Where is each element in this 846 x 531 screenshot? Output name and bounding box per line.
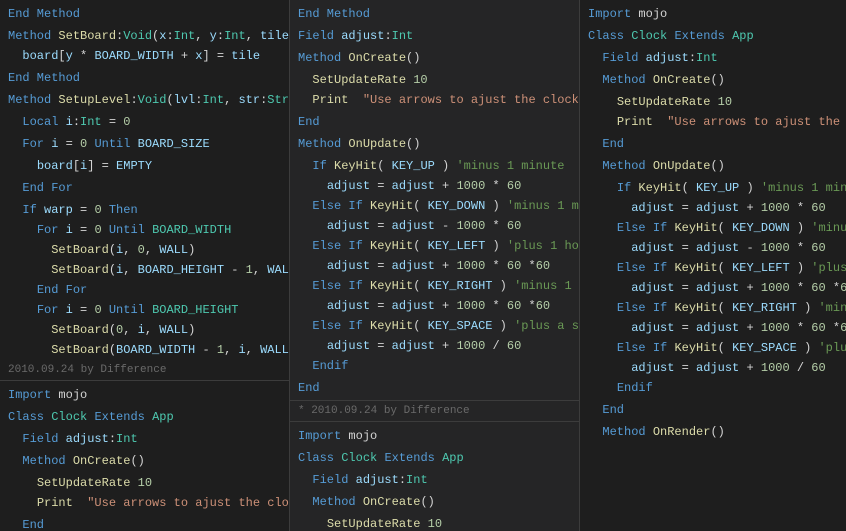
code-line: If KeyHit( KEY_UP ) 'minus 1 minute: [290, 156, 579, 176]
code-line: SetUpdateRate 10: [580, 92, 846, 112]
code-line: adjust = adjust + 1000 * 60 *60: [290, 296, 579, 316]
timestamp-middle: * 2010.09.24 by Difference: [290, 403, 579, 419]
code-line: Method OnCreate(): [580, 70, 846, 90]
left-panel[interactable]: End Method Method SetBoard:Void(x:Int, y…: [0, 0, 290, 531]
code-line: Print "Use arrows to ajust the clock": [0, 493, 289, 513]
code-line: End Method: [0, 4, 289, 24]
code-line: Class Clock Extends App: [580, 26, 846, 46]
code-line: If warp = 0 Then: [0, 200, 289, 220]
code-line: adjust = adjust + 1000 * 60 *60: [580, 278, 846, 298]
code-line: Method OnUpdate(): [290, 134, 579, 154]
code-line: Field adjust:Int: [0, 429, 289, 449]
code-line: Import mojo: [0, 385, 289, 405]
code-line: adjust = adjust + 1000 * 60: [290, 176, 579, 196]
code-line: Local i:Int = 0: [0, 112, 289, 132]
code-line: Method OnCreate(): [0, 451, 289, 471]
code-line: adjust = adjust + 1000 * 60 *60: [290, 256, 579, 276]
code-line: Endif: [580, 378, 846, 398]
code-line: Field adjust:Int: [580, 48, 846, 68]
code-line: Else If KeyHit( KEY_RIGHT ) 'minus 1 hou…: [580, 298, 846, 318]
code-line: adjust = adjust + 1000 / 60: [580, 358, 846, 378]
code-line: SetBoard(i, BOARD_HEIGHT - 1, WALL): [0, 260, 289, 280]
code-line: Method OnCreate(): [290, 492, 579, 512]
code-line: adjust = adjust + 1000 / 60: [290, 336, 579, 356]
code-line: adjust = adjust - 1000 * 60: [290, 216, 579, 236]
code-line: End Method: [290, 4, 579, 24]
code-line: board[y * BOARD_WIDTH + x] = tile: [0, 46, 289, 66]
diff-viewer: End Method Method SetBoard:Void(x:Int, y…: [0, 0, 846, 531]
code-line: Else If KeyHit( KEY_DOWN ) 'minus 1 minu…: [580, 218, 846, 238]
code-line: For i = 0 Until BOARD_SIZE: [0, 134, 289, 154]
code-line: End: [580, 400, 846, 420]
code-line: Else If KeyHit( KEY_SPACE ) 'plus a seco…: [580, 338, 846, 358]
code-line: Print "Use arrows to ajust the clock": [580, 112, 846, 132]
code-line: Else If KeyHit( KEY_RIGHT ) 'minus 1 hou…: [290, 276, 579, 296]
code-line: Print "Use arrows to ajust the clock": [290, 90, 579, 110]
code-line: SetUpdateRate 10: [0, 473, 289, 493]
code-line: Import mojo: [290, 426, 579, 446]
code-line: Field adjust:Int: [290, 470, 579, 490]
code-line: Else If KeyHit( KEY_SPACE ) 'plus a seco…: [290, 316, 579, 336]
code-line: Else If KeyHit( KEY_DOWN ) 'minus 1 minu…: [290, 196, 579, 216]
code-line: Else If KeyHit( KEY_LEFT ) 'plus 1 hour: [290, 236, 579, 256]
code-line: SetUpdateRate 10: [290, 514, 579, 531]
code-line: Else If KeyHit( KEY_LEFT ) 'plus 1 hour: [580, 258, 846, 278]
code-line: adjust = adjust - 1000 * 60: [580, 238, 846, 258]
code-line: Method OnUpdate(): [580, 156, 846, 176]
code-line: Method OnRender(): [580, 422, 846, 442]
code-line: SetBoard(i, 0, WALL): [0, 240, 289, 260]
right-panel[interactable]: Import mojo Class Clock Extends App Fiel…: [580, 0, 846, 531]
code-line: Field adjust:Int: [290, 26, 579, 46]
code-line: adjust = adjust + 1000 * 60: [580, 198, 846, 218]
timestamp-left: 2010.09.24 by Difference: [0, 362, 289, 378]
code-line: SetBoard(0, i, WALL): [0, 320, 289, 340]
code-line: Import mojo: [580, 4, 846, 24]
code-line: For i = 0 Until BOARD_HEIGHT: [0, 300, 289, 320]
code-line: For i = 0 Until BOARD_WIDTH: [0, 220, 289, 240]
code-line: End For: [0, 280, 289, 300]
code-line: adjust = adjust + 1000 * 60 *60: [580, 318, 846, 338]
code-line: Class Clock Extends App: [0, 407, 289, 427]
code-line: End: [580, 134, 846, 154]
code-line: SetUpdateRate 10: [290, 70, 579, 90]
code-line: Endif: [290, 356, 579, 376]
code-line: Method SetupLevel:Void(lvl:Int, str:Stri…: [0, 90, 289, 110]
middle-panel[interactable]: End Method Field adjust:Int Method OnCre…: [290, 0, 580, 531]
code-line: Method OnCreate(): [290, 48, 579, 68]
code-line: If KeyHit( KEY_UP ) 'minus 1 minute: [580, 178, 846, 198]
code-line: Class Clock Extends App: [290, 448, 579, 468]
code-line: End: [290, 378, 579, 398]
code-line: SetBoard(BOARD_WIDTH - 1, i, WALL): [0, 340, 289, 360]
code-line: board[i] = EMPTY: [0, 156, 289, 176]
divider: [290, 400, 579, 401]
code-line: End: [290, 112, 579, 132]
divider: [290, 421, 579, 422]
code-line: End For: [0, 178, 289, 198]
code-line: Method SetBoard:Void(x:Int, y:Int, tile:…: [0, 26, 289, 46]
divider: [0, 380, 289, 381]
code-line: End: [0, 515, 289, 531]
code-line: End Method: [0, 68, 289, 88]
